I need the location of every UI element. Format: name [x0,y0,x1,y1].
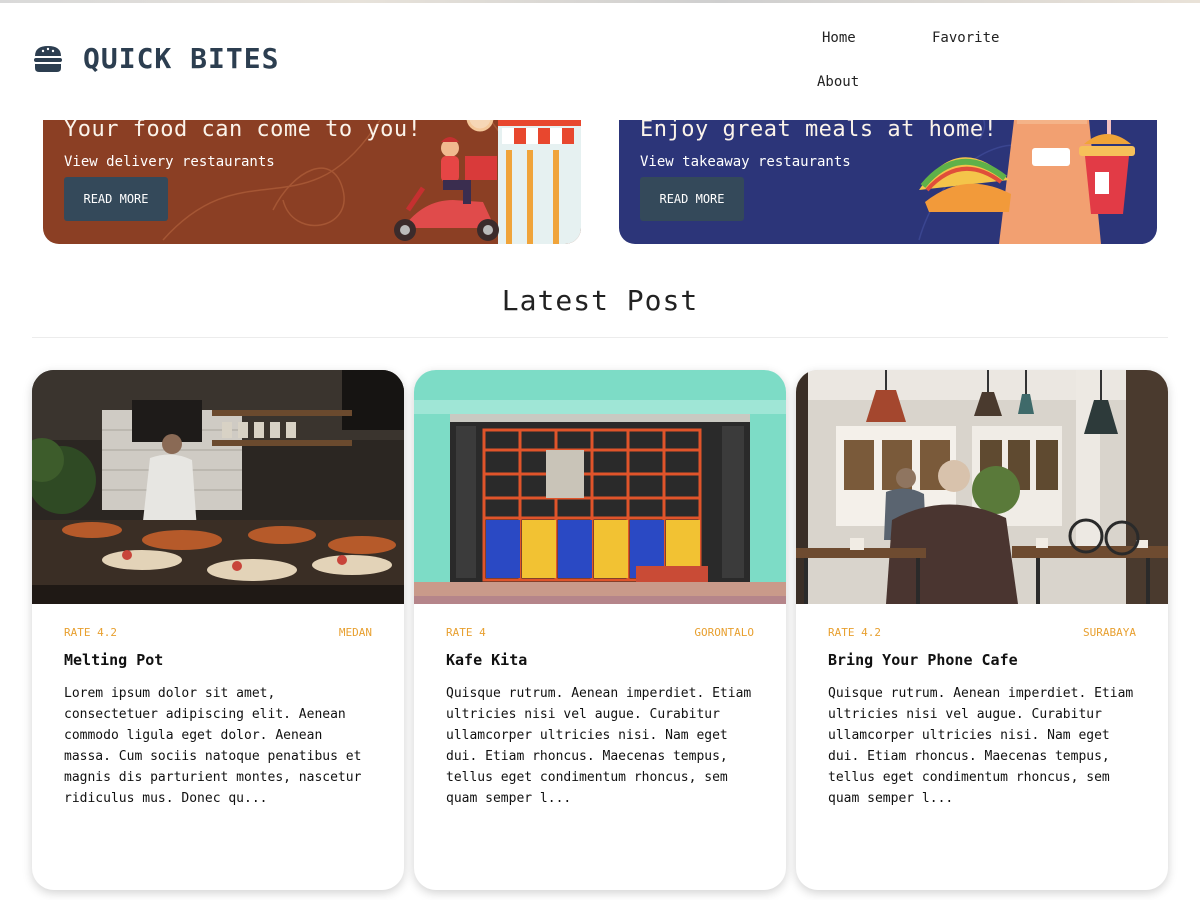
site-header: QUICK BITES Home Favorite About [0,3,1200,120]
brand-name[interactable]: QUICK BITES [83,42,279,75]
restaurant-photo[interactable] [32,370,404,604]
city-label: SURABAYA [1083,626,1136,639]
divider [32,337,1168,338]
read-more-button[interactable]: READ MORE [64,177,168,221]
rating-label: RATE 4 [446,626,486,639]
nav-about-link[interactable]: About [817,74,859,90]
read-more-button[interactable]: READ MORE [640,177,744,221]
banner-subtitle: View delivery restaurants [64,154,275,170]
nav-home-link[interactable]: Home [822,30,856,46]
section-title: Latest Post [501,284,699,317]
restaurant-name[interactable]: Bring Your Phone Cafe [828,651,1018,669]
restaurant-photo[interactable] [414,370,786,604]
city-label: GORONTALO [694,626,754,639]
restaurant-name[interactable]: Melting Pot [64,651,163,669]
restaurant-photo[interactable] [796,370,1168,604]
rating-label: RATE 4.2 [64,626,117,639]
post-card[interactable]: RATE 4.2 SURABAYA Bring Your Phone Cafe … [796,370,1168,890]
restaurant-name[interactable]: Kafe Kita [446,651,527,669]
nav-favorite-link[interactable]: Favorite [932,30,999,46]
burger-icon [34,46,62,72]
post-card[interactable]: RATE 4.2 MEDAN Melting Pot Lorem ipsum d… [32,370,404,890]
restaurant-description: Lorem ipsum dolor sit amet, consectetuer… [64,686,362,806]
restaurant-description: Quisque rutrum. Aenean imperdiet. Etiam … [828,686,1134,806]
banner-title: Your food can come to you! [64,117,422,142]
banner-title: Enjoy great meals at home! [640,117,998,142]
city-label: MEDAN [338,626,372,639]
post-card[interactable]: RATE 4 GORONTALO Kafe Kita Quisque rutru… [414,370,786,890]
rating-label: RATE 4.2 [828,626,881,639]
restaurant-description: Quisque rutrum. Aenean imperdiet. Etiam … [446,686,752,806]
banner-subtitle: View takeaway restaurants [640,154,851,170]
